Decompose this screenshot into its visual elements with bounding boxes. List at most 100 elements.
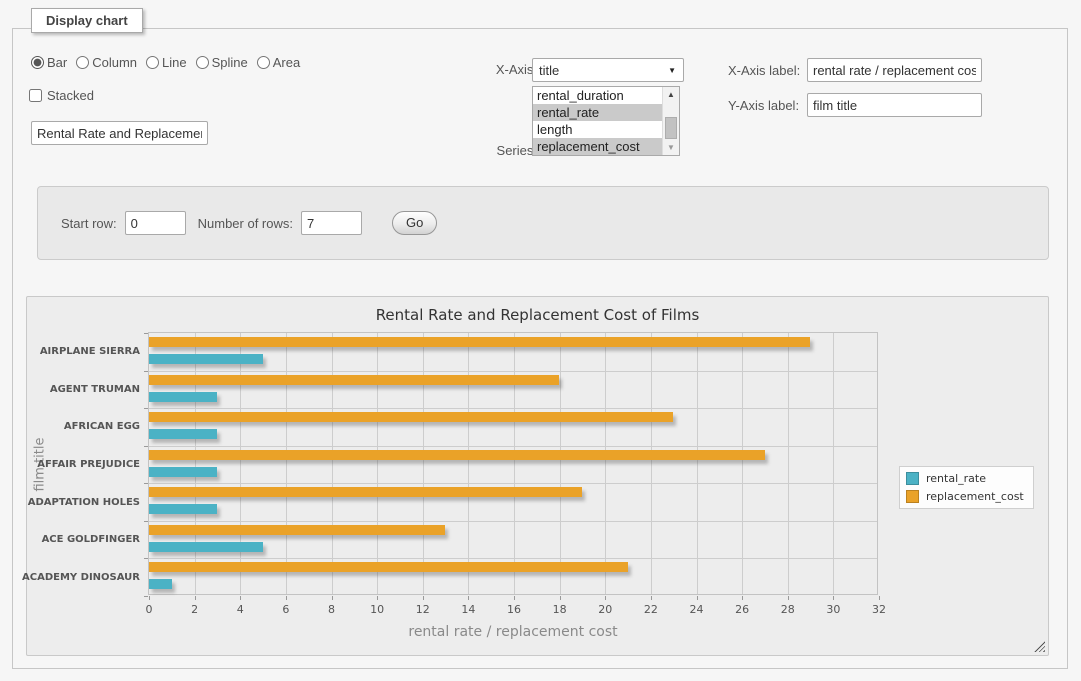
legend-swatch xyxy=(906,490,919,503)
x-tick-mark xyxy=(879,596,880,600)
gridline-horizontal xyxy=(149,408,877,409)
x-tick-mark xyxy=(195,596,196,600)
x-tick-mark xyxy=(377,596,378,600)
chart-type-radio-group: Bar Column Line Spline Area xyxy=(31,55,305,70)
x-tick-label: 30 xyxy=(826,603,840,616)
series-option-rental_duration[interactable]: rental_duration xyxy=(533,87,662,104)
x-tick-mark xyxy=(240,596,241,600)
go-button[interactable]: Go xyxy=(392,211,437,235)
display-chart-fieldset: Display chart BarColumnLineSplineArea St… xyxy=(12,28,1068,669)
chart-type-option-line[interactable]: Line xyxy=(146,55,187,70)
bar-replacement_cost xyxy=(149,375,559,385)
y-tick-mark xyxy=(144,596,148,597)
chart-type-option-spline[interactable]: Spline xyxy=(196,55,248,70)
series-select-label: Series: xyxy=(453,143,537,158)
x-tick-label: 28 xyxy=(781,603,795,616)
bar-replacement_cost xyxy=(149,337,810,347)
category-label: ACADEMY DINOSAUR xyxy=(22,558,149,596)
series-scrollbar[interactable]: ▲ ▼ xyxy=(662,87,679,155)
resize-handle-icon[interactable] xyxy=(1034,641,1045,652)
legend-label: replacement_cost xyxy=(926,490,1024,503)
y-axis-label-label: Y-Axis label: xyxy=(728,98,799,113)
x-tick-label: 4 xyxy=(237,603,244,616)
chart-title-input[interactable] xyxy=(31,121,208,145)
x-tick-label: 26 xyxy=(735,603,749,616)
series-options: rental_durationrental_ratelengthreplacem… xyxy=(533,87,662,155)
x-tick-label: 20 xyxy=(598,603,612,616)
gridline-vertical xyxy=(788,333,789,594)
gridline-vertical xyxy=(605,333,606,594)
x-tick-label: 0 xyxy=(146,603,153,616)
category-label: ACE GOLDFINGER xyxy=(42,521,149,559)
chart-type-option-bar[interactable]: Bar xyxy=(31,55,67,70)
chart-type-radio-line[interactable] xyxy=(146,56,159,69)
series-option-replacement_cost[interactable]: replacement_cost xyxy=(533,138,662,155)
category-label: AIRPLANE SIERRA xyxy=(40,333,149,371)
x-tick-mark xyxy=(651,596,652,600)
gridline-vertical xyxy=(468,333,469,594)
chart-legend: rental_ratereplacement_cost xyxy=(899,466,1034,509)
x-tick-label: 12 xyxy=(416,603,430,616)
bar-rental_rate xyxy=(149,392,217,402)
bar-rental_rate xyxy=(149,504,217,514)
x-tick-mark xyxy=(697,596,698,600)
chart-type-radio-area[interactable] xyxy=(257,56,270,69)
x-tick-label: 18 xyxy=(553,603,567,616)
x-tick-mark xyxy=(332,596,333,600)
gridline-vertical xyxy=(651,333,652,594)
chart-type-radio-column[interactable] xyxy=(76,56,89,69)
scroll-down-icon[interactable]: ▼ xyxy=(663,140,679,155)
x-axis-select-value: title xyxy=(539,63,559,78)
gridline-vertical xyxy=(240,333,241,594)
bar-rental_rate xyxy=(149,579,172,589)
gridline-horizontal xyxy=(149,371,877,372)
x-tick-mark xyxy=(468,596,469,600)
chart-type-radio-label: Spline xyxy=(212,55,248,70)
y-axis-label-input[interactable] xyxy=(807,93,982,117)
chart-type-radio-spline[interactable] xyxy=(196,56,209,69)
x-axis-select[interactable]: title ▼ xyxy=(532,58,684,82)
x-tick-mark xyxy=(833,596,834,600)
start-row-input[interactable] xyxy=(125,211,186,235)
gridline-horizontal xyxy=(149,558,877,559)
start-row-label: Start row: xyxy=(61,216,117,231)
series-multiselect[interactable]: rental_durationrental_ratelengthreplacem… xyxy=(532,86,680,156)
scrollbar-thumb[interactable] xyxy=(665,117,677,139)
x-tick-label: 22 xyxy=(644,603,658,616)
chart-type-option-area[interactable]: Area xyxy=(257,55,300,70)
bar-replacement_cost xyxy=(149,412,673,422)
x-tick-mark xyxy=(149,596,150,600)
page: Display chart Bar Column Line Spline Area St… xyxy=(0,0,1081,681)
chart-panel: Rental Rate and Replacement Cost of Film… xyxy=(26,296,1049,656)
x-tick-mark xyxy=(605,596,606,600)
x-tick-label: 32 xyxy=(872,603,886,616)
legend-swatch xyxy=(906,472,919,485)
number-of-rows-input[interactable] xyxy=(301,211,362,235)
gridline-vertical xyxy=(697,333,698,594)
x-axis-label-input[interactable] xyxy=(807,58,982,82)
x-tick-label: 16 xyxy=(507,603,521,616)
x-tick-label: 24 xyxy=(690,603,704,616)
gridline-vertical xyxy=(742,333,743,594)
chart-type-option-column[interactable]: Column xyxy=(76,55,137,70)
fieldset-legend: Display chart xyxy=(31,8,143,33)
gridline-vertical xyxy=(514,333,515,594)
chevron-down-icon: ▼ xyxy=(668,66,676,75)
row-controls-panel: Start row: Number of rows: Go xyxy=(37,186,1049,260)
bar-rental_rate xyxy=(149,354,263,364)
bar-replacement_cost xyxy=(149,562,628,572)
bar-rental_rate xyxy=(149,467,217,477)
gridline-vertical xyxy=(423,333,424,594)
chart-type-radio-bar[interactable] xyxy=(31,56,44,69)
x-tick-mark xyxy=(788,596,789,600)
stacked-checkbox[interactable] xyxy=(29,89,42,102)
series-option-length[interactable]: length xyxy=(533,121,662,138)
series-option-rental_rate[interactable]: rental_rate xyxy=(533,104,662,121)
scroll-up-icon[interactable]: ▲ xyxy=(663,87,679,102)
gridline-horizontal xyxy=(149,483,877,484)
gridline-horizontal xyxy=(149,521,877,522)
gridline-vertical xyxy=(377,333,378,594)
x-tick-mark xyxy=(514,596,515,600)
chart-title: Rental Rate and Replacement Cost of Film… xyxy=(27,306,1048,324)
gridline-vertical xyxy=(286,333,287,594)
